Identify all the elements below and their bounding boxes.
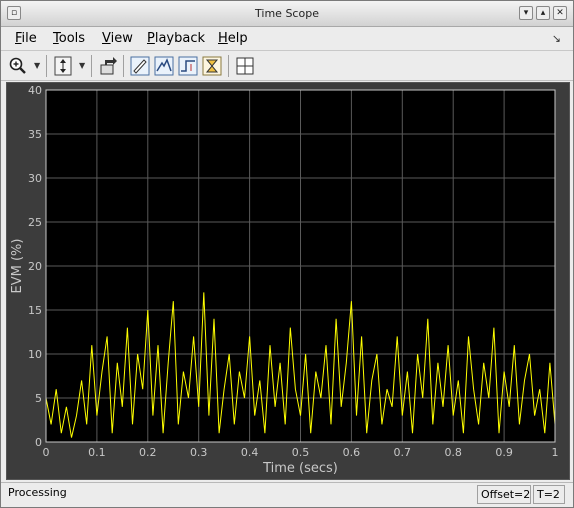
menu-file-label: ile — [21, 31, 37, 46]
peak-finder-icon[interactable] — [153, 55, 175, 77]
x-axis-label: Time (secs) — [262, 461, 338, 476]
x-tick-label: 0.4 — [241, 446, 259, 459]
x-tick-label: 0.1 — [88, 446, 106, 459]
zoom-in-icon[interactable] — [7, 55, 29, 77]
y-tick-label: 20 — [28, 260, 42, 273]
close-button[interactable]: ✕ — [553, 6, 567, 20]
x-tick-label: 0.7 — [394, 446, 412, 459]
toolbar-separator — [228, 55, 229, 77]
y-tick-label: 30 — [28, 172, 42, 185]
y-tick-label: 15 — [28, 304, 42, 317]
x-tick-label: 0 — [43, 446, 50, 459]
toolbar-separator — [123, 55, 124, 77]
time-field: T=2 — [533, 485, 565, 504]
minimize-button[interactable]: ▾ — [519, 6, 533, 20]
y-tick-label: 35 — [28, 128, 42, 141]
y-tick-label: 10 — [28, 348, 42, 361]
toolbar-separator — [91, 55, 92, 77]
menu-playback-mnemonic: P — [147, 31, 155, 46]
x-tick-label: 0.8 — [444, 446, 462, 459]
restore-view-icon[interactable] — [97, 55, 119, 77]
trigger-icon[interactable] — [201, 55, 223, 77]
layout-icon[interactable] — [234, 55, 256, 77]
menu-playback[interactable]: Playback — [147, 31, 205, 46]
title-bar[interactable]: ▫ Time Scope ▾ ▴ ✕ — [1, 1, 573, 27]
scope-display[interactable]: 0 0.1 0.2 0.3 0.4 0.5 0.6 0.7 0.8 0.9 1 0 5 10 15 20 25 3… — [6, 82, 570, 480]
toolbar-separator — [46, 55, 47, 77]
x-tick-label: 0.5 — [292, 446, 310, 459]
menu-view-mnemonic: V — [102, 31, 111, 46]
scale-dropdown-arrow-icon[interactable]: ▼ — [79, 61, 85, 70]
menu-help-mnemonic: H — [218, 31, 228, 46]
status-text: Processing — [8, 486, 67, 499]
x-tick-label: 1 — [552, 446, 559, 459]
y-tick-label: 40 — [28, 84, 42, 97]
x-tick-label: 0.9 — [495, 446, 513, 459]
maximize-button[interactable]: ▴ — [536, 6, 550, 20]
y-tick-label: 5 — [35, 392, 42, 405]
menu-view-label: iew — [110, 31, 133, 46]
x-tick-label: 0.2 — [139, 446, 157, 459]
measurement-icon[interactable] — [129, 55, 151, 77]
x-tick-label: 0.3 — [190, 446, 208, 459]
menu-bar: File Tools View Playback Help ↘ — [1, 27, 573, 51]
y-tick-label: 0 — [35, 436, 42, 449]
menu-tools-label: ools — [58, 31, 86, 46]
y-tick-label: 25 — [28, 216, 42, 229]
time-scope-window: ▫ Time Scope ▾ ▴ ✕ File Tools View Playb… — [0, 0, 574, 508]
zoom-dropdown-arrow-icon[interactable]: ▼ — [34, 61, 40, 70]
y-axis-label: EVM (%) — [10, 239, 25, 294]
bilevel-measurements-icon[interactable] — [177, 55, 199, 77]
status-bar: Processing Offset=2 T=2 — [1, 482, 573, 507]
menu-view[interactable]: View — [102, 31, 133, 46]
window-title: Time Scope — [255, 7, 319, 20]
scale-axes-icon[interactable] — [52, 55, 74, 77]
menu-help[interactable]: Help — [218, 31, 248, 46]
menu-playback-label: layback — [154, 31, 206, 46]
menu-help-label: elp — [227, 31, 248, 46]
x-tick-label: 0.6 — [343, 446, 361, 459]
menu-tools[interactable]: Tools — [53, 31, 85, 46]
menu-file[interactable]: File — [15, 31, 37, 46]
offset-field: Offset=2 — [477, 485, 531, 504]
dock-arrow-icon[interactable]: ↘ — [552, 32, 561, 45]
evm-plot[interactable]: 0 0.1 0.2 0.3 0.4 0.5 0.6 0.7 0.8 0.9 105101520253… — [7, 83, 569, 479]
toolbar: ▼ ▼ — [1, 51, 573, 81]
